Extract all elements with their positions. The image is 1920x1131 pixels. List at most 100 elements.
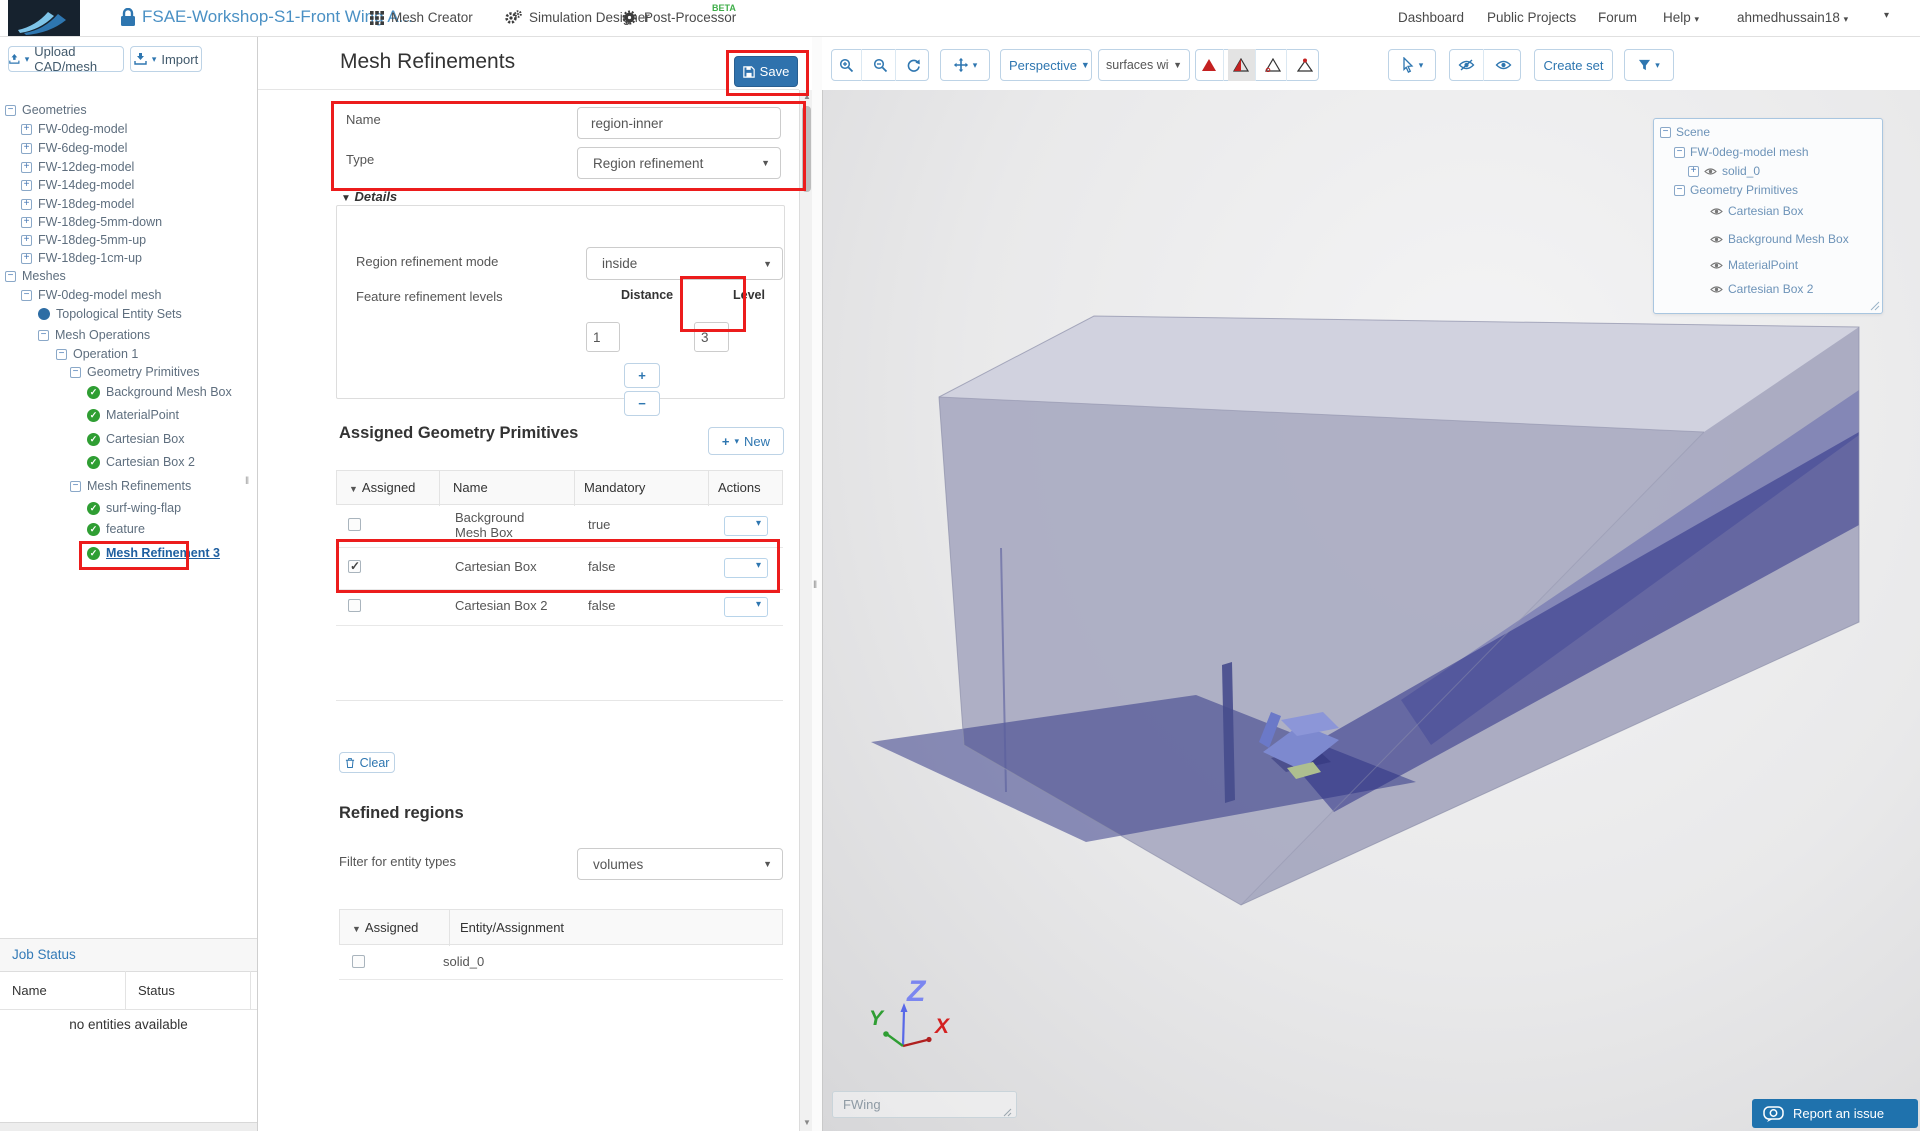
render-mode-select[interactable]: surfaces with v▼ — [1098, 49, 1190, 81]
hide-button[interactable] — [1450, 49, 1484, 81]
resize-handle-icon[interactable] — [1870, 301, 1880, 311]
tree-item-mesh-refinement-3[interactable]: ✓Mesh Refinement 3 — [87, 545, 220, 561]
col-name[interactable]: Name — [453, 480, 488, 495]
resize-handle-icon[interactable] — [1003, 1108, 1012, 1117]
assigned-checkbox[interactable] — [352, 955, 365, 968]
table-row[interactable]: Cartesian Box 2 false — [336, 589, 783, 626]
expand-icon[interactable]: + — [1688, 166, 1699, 177]
mode-select[interactable]: inside▼ — [586, 247, 783, 280]
entity-filter-select[interactable]: volumes▼ — [577, 848, 783, 880]
zoom-out-button[interactable] — [866, 49, 896, 81]
quality-solid-button[interactable] — [1196, 49, 1224, 81]
tree-item-meshes[interactable]: −Meshes — [5, 268, 66, 284]
save-button[interactable]: Save — [734, 56, 798, 87]
scene-item-geometry-primitives[interactable]: −Geometry Primitives — [1674, 183, 1798, 197]
nav-forum[interactable]: Forum — [1598, 10, 1637, 25]
scene-item-solid-0[interactable]: +solid_0 — [1688, 164, 1760, 178]
scroll-down-icon[interactable]: ▼ — [803, 1118, 811, 1127]
col-mandatory[interactable]: Mandatory — [584, 480, 645, 495]
assigned-checkbox[interactable] — [348, 518, 361, 531]
expand-icon[interactable]: + — [21, 253, 32, 264]
expand-icon[interactable]: + — [21, 162, 32, 173]
tree-item-surf-wing-flap[interactable]: ✓surf-wing-flap — [87, 500, 181, 516]
eye-icon[interactable] — [1710, 285, 1723, 294]
eye-icon[interactable] — [1710, 261, 1723, 270]
scroll-up-icon[interactable]: ▲ — [803, 92, 811, 101]
viewport-canvas[interactable]: Z X Y −Scene −FW-0deg-model mesh +solid_… — [822, 90, 1920, 1131]
quality-mixed-button[interactable] — [1228, 49, 1256, 81]
tree-item-geometry-primitives[interactable]: −Geometry Primitives — [70, 364, 200, 380]
name-input[interactable] — [577, 107, 781, 139]
col-entity-assignment[interactable]: Entity/Assignment — [460, 920, 564, 935]
editor-scrollbar[interactable]: ▲ ▼ — [799, 90, 813, 1131]
tree-item-feature[interactable]: ✓feature — [87, 521, 145, 537]
tree-item-background-mesh-box[interactable]: ✓Background Mesh Box — [87, 384, 232, 400]
distance-input[interactable] — [586, 322, 620, 352]
level-input[interactable] — [694, 322, 729, 352]
col-assigned[interactable]: ▼Assigned — [349, 480, 415, 495]
collapse-icon[interactable]: − — [38, 330, 49, 341]
scene-item-cartesian-box-2[interactable]: Cartesian Box 2 — [1710, 282, 1813, 296]
nav-user-menu[interactable]: ahmedhussain18 ▾ — [1737, 10, 1848, 25]
assigned-checkbox[interactable] — [348, 599, 361, 612]
import-button[interactable]: ▾ Import — [130, 46, 202, 72]
upload-cad-button[interactable]: ▾ Upload CAD/mesh — [8, 46, 124, 72]
assigned-checkbox[interactable] — [348, 560, 361, 573]
table-row[interactable]: Cartesian Box false — [336, 547, 783, 590]
collapse-icon[interactable]: − — [21, 290, 32, 301]
show-button[interactable] — [1488, 49, 1521, 81]
filter-button[interactable]: ▾ — [1624, 49, 1674, 81]
tree-item-fw-18deg-1cm-up[interactable]: +FW-18deg-1cm-up — [21, 250, 142, 266]
pan-button[interactable]: ▾ — [940, 49, 990, 81]
expand-icon[interactable]: + — [21, 217, 32, 228]
actions-dropdown[interactable] — [724, 597, 768, 617]
clear-button[interactable]: Clear — [339, 752, 395, 773]
type-select[interactable]: Region refinement▼ — [577, 147, 781, 179]
scrollbar-thumb[interactable] — [802, 106, 811, 192]
tree-item-geometries[interactable]: −Geometries — [5, 102, 87, 118]
expand-icon[interactable]: + — [21, 180, 32, 191]
expand-icon[interactable]: + — [21, 124, 32, 135]
nav-public-projects[interactable]: Public Projects — [1487, 10, 1576, 25]
quality-outline-button[interactable] — [1260, 49, 1288, 81]
nav-dashboard[interactable]: Dashboard — [1398, 10, 1464, 25]
tree-item-fw-6deg-model[interactable]: +FW-6deg-model — [21, 140, 127, 156]
table-row[interactable]: solid_0 — [339, 945, 783, 980]
actions-dropdown[interactable] — [724, 558, 768, 578]
details-header[interactable]: ▼ Details — [341, 189, 397, 204]
scene-item-cartesian-box[interactable]: Cartesian Box — [1710, 204, 1803, 218]
tree-item-mesh-refinements[interactable]: −Mesh Refinements — [70, 478, 191, 494]
tree-item-fw-18deg-5mm-up[interactable]: +FW-18deg-5mm-up — [21, 232, 146, 248]
col-assigned[interactable]: ▼Assigned — [352, 920, 418, 935]
collapse-icon[interactable]: − — [5, 105, 16, 116]
select-tool-button[interactable]: ▾ — [1388, 49, 1436, 81]
tree-item-mesh-operations[interactable]: −Mesh Operations — [38, 327, 150, 343]
tree-item-topological-entity-sets[interactable]: Topological Entity Sets — [38, 306, 182, 322]
expand-icon[interactable]: + — [21, 199, 32, 210]
left-splitter-handle[interactable]: ‖ — [245, 476, 249, 487]
expand-icon[interactable]: + — [21, 143, 32, 154]
splitter-handle[interactable]: ‖ — [813, 580, 817, 591]
eye-icon[interactable] — [1710, 207, 1723, 216]
collapse-icon[interactable]: − — [1674, 147, 1685, 158]
tree-item-fw-18deg-model[interactable]: +FW-18deg-model — [21, 196, 134, 212]
scene-item-background-mesh-box[interactable]: Background Mesh Box — [1710, 232, 1849, 246]
nav-help[interactable]: Help ▾ — [1663, 10, 1699, 25]
zoom-in-button[interactable] — [832, 49, 862, 81]
refresh-view-button[interactable] — [900, 49, 928, 81]
quality-point-button[interactable] — [1291, 49, 1318, 81]
tree-item-materialpoint[interactable]: ✓MaterialPoint — [87, 407, 179, 423]
tree-item-cartesian-box-2[interactable]: ✓Cartesian Box 2 — [87, 454, 195, 470]
scene-item-scene[interactable]: −Scene — [1660, 125, 1710, 139]
nav-mesh-creator[interactable]: Mesh Creator — [370, 10, 473, 25]
collapse-icon[interactable]: − — [1660, 127, 1671, 138]
collapse-icon[interactable]: − — [1674, 185, 1685, 196]
report-issue-button[interactable]: Report an issue — [1752, 1099, 1918, 1128]
create-set-button[interactable]: Create set — [1534, 49, 1613, 81]
tree-item-fw-12deg-model[interactable]: +FW-12deg-model — [21, 159, 134, 175]
tree-item-fw-14deg-model[interactable]: +FW-14deg-model — [21, 177, 134, 193]
scene-item-mesh[interactable]: −FW-0deg-model mesh — [1674, 145, 1809, 159]
scene-item-materialpoint[interactable]: MaterialPoint — [1710, 258, 1798, 272]
viewport-label-input[interactable] — [832, 1091, 1017, 1118]
collapse-icon[interactable]: − — [70, 367, 81, 378]
